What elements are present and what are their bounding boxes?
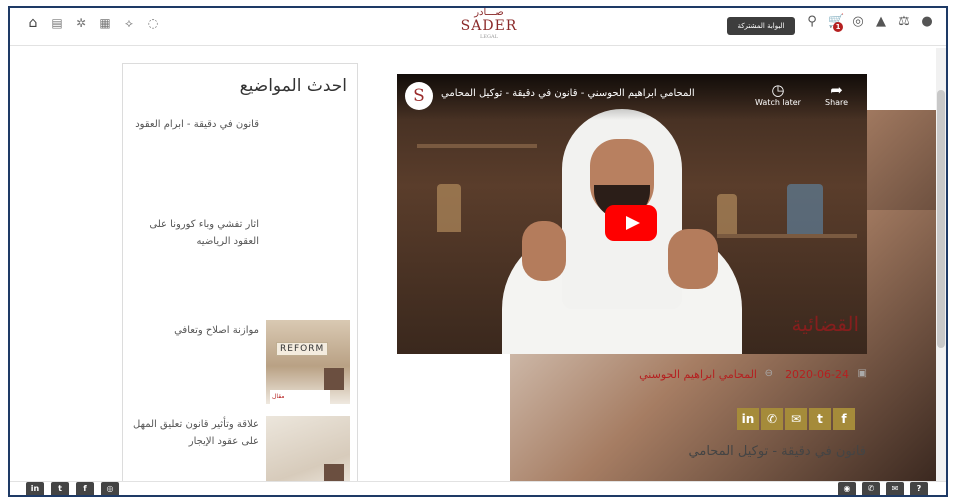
chart-icon[interactable]: ▦ [98, 16, 112, 30]
post-title: قانون في دقيقة - توكيل المحامي [688, 444, 866, 459]
bell-icon[interactable]: ▲ [874, 14, 888, 29]
home-icon[interactable]: ⌂ [26, 15, 40, 31]
post-author[interactable]: المحامي ابراهيم الحوسني [639, 368, 757, 381]
bottom-social-bar: in t f ◎ ◉ ✆ ✉ ? [10, 481, 946, 495]
hand-shape [522, 221, 566, 281]
email-icon[interactable]: ✉ [886, 482, 904, 495]
instagram-icon[interactable]: ◎ [101, 482, 119, 495]
play-icon[interactable] [605, 205, 657, 241]
trophy-shape [437, 184, 461, 232]
contact-links: ◉ ✆ ✉ ? [838, 482, 928, 495]
share-button[interactable]: ➦ Share [825, 82, 848, 107]
cart-count-badge: 1 [833, 22, 843, 32]
help-icon[interactable]: ? [910, 482, 928, 495]
news-item-title[interactable]: موازنة اصلاح وتعافي [131, 322, 259, 339]
twitter-icon[interactable]: t [809, 408, 831, 430]
video-title[interactable]: المحامي ابراهيم الحوسني - قانون في دقيقة… [441, 88, 741, 99]
chat-icon[interactable]: ◉ [838, 482, 856, 495]
linkedin-icon[interactable]: in [737, 408, 759, 430]
scales-icon[interactable]: ⚖ [897, 14, 911, 29]
document-icon[interactable]: ▤ [50, 16, 64, 30]
gear-icon[interactable]: ✲ [74, 16, 88, 30]
logo-english-text: SADER [460, 18, 518, 34]
calendar-icon: ▣ [857, 368, 867, 379]
news-item-title[interactable]: قانون في دقيقة - ابرام العقود [131, 116, 259, 133]
news-item-title[interactable]: علاقة وتأثير قانون تعليق المهل على عقود … [131, 416, 259, 450]
thumbnail-caption: مقال [270, 390, 330, 404]
share-label: Share [825, 98, 849, 107]
lightbulb-icon[interactable]: ◌ [146, 16, 160, 30]
search-icon[interactable]: ⚲ [805, 14, 819, 29]
page-scrollbar[interactable] [936, 48, 946, 486]
video-header-overlay: S المحامي ابراهيم الحوسني - قانون في دقي… [397, 74, 867, 120]
sidebar-title: احدث المواضيع [239, 76, 347, 96]
user-icon: ⊖ [764, 368, 773, 379]
top-right-icon-group: ⚲ 🛒1 ◎ ▲ ⚖ ● [805, 14, 934, 32]
facebook-icon[interactable]: f [833, 408, 855, 430]
top-navigation-bar: ⌂ ▤ ✲ ▦ ⟡ ◌ صـــادر SADER LEGAL البوابة … [10, 8, 946, 46]
clock-icon: ◷ [771, 81, 785, 99]
email-icon[interactable]: ✉ [785, 408, 807, 430]
share-arrow-icon: ➦ [830, 81, 843, 99]
latest-topics-sidebar: احدث المواضيع S قانون في دقيقة - ابرام ا… [122, 63, 946, 495]
watch-later-button[interactable]: ◷ Watch later [755, 82, 801, 107]
post-date: 2020-06-24 [785, 368, 849, 381]
whatsapp-icon[interactable]: ✆ [761, 408, 783, 430]
phone-icon[interactable]: ✆ [862, 482, 880, 495]
scrollbar-thumb[interactable] [937, 90, 945, 348]
channel-logo-icon[interactable]: S [405, 82, 433, 110]
share-buttons: in ✆ ✉ t f [737, 408, 855, 430]
shared-portal-button[interactable]: البوابة المشتركة [727, 17, 795, 35]
facebook-icon[interactable]: f [76, 482, 94, 495]
news-item-title[interactable]: اثار تفشي وباء كورونا على العقود الرياضي… [131, 216, 259, 250]
reform-blocks-image: REFORM [276, 342, 329, 356]
post-meta-row: ▣ 2020-06-24 ⊖ المحامي ابراهيم الحوسني [397, 366, 867, 384]
person-photo [324, 368, 344, 390]
watch-later-label: Watch later [755, 98, 801, 107]
youtube-video-player[interactable]: S المحامي ابراهيم الحوسني - قانون في دقي… [397, 74, 867, 354]
linkedin-icon[interactable]: in [26, 482, 44, 495]
chat-icon[interactable]: ◎ [851, 14, 865, 29]
trophy-shape [787, 184, 823, 234]
social-links: in t f ◎ [26, 482, 119, 495]
handshake-icon[interactable]: ⟡ [122, 16, 136, 30]
program-watermark: القضائية [791, 312, 859, 336]
sader-logo[interactable]: صـــادر SADER LEGAL [454, 8, 524, 42]
hand-shape [668, 229, 718, 289]
top-left-icon-group: ⌂ ▤ ✲ ▦ ⟡ ◌ [26, 15, 160, 31]
news-thumbnail[interactable]: REFORM مقال [266, 320, 350, 404]
twitter-icon[interactable]: t [51, 482, 69, 495]
logo-arabic-text: صـــادر [474, 7, 504, 18]
user-icon[interactable]: ● [920, 14, 934, 29]
browser-frame: ⌂ ▤ ✲ ▦ ⟡ ◌ صـــادر SADER LEGAL البوابة … [8, 6, 948, 497]
cart-icon[interactable]: 🛒1 [828, 14, 844, 32]
logo-sub-text: LEGAL [480, 34, 498, 40]
